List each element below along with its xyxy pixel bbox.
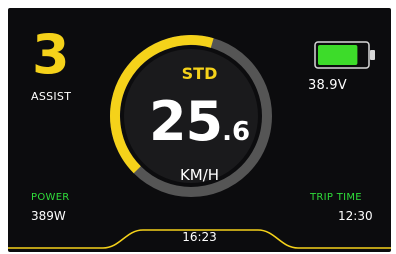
dashboard-screen: 3 ASSIST 38.9V STD 25.6 KM/H POWER 389W … [8,8,391,252]
speed-decimal: .6 [222,117,251,147]
speed-readout: 25.6 [8,95,391,149]
speed-integer: 25 [148,90,223,153]
speed-unit: KM/H [179,166,220,184]
power-value: 389W [31,209,66,223]
ride-mode: STD [181,64,218,83]
power-label: POWER [31,192,70,203]
clock-time: 16:23 [182,230,217,244]
trip-time-value: 12:30 [338,209,373,223]
trip-time-label: TRIP TIME [310,192,362,203]
